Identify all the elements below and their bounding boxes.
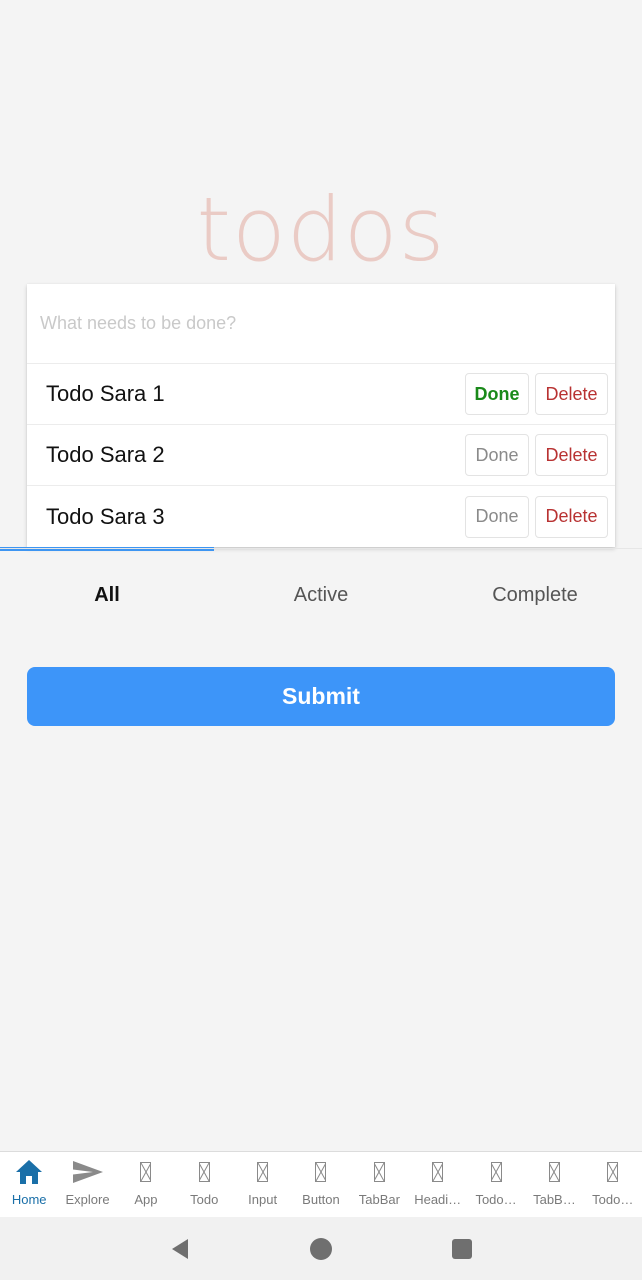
app-title: todos bbox=[196, 178, 446, 281]
todo-card: Todo Sara 1 Done Delete Todo Sara 2 Done… bbox=[27, 284, 615, 547]
todo-item: Todo Sara 3 Done Delete bbox=[27, 486, 615, 547]
nav-item-label: Todo… bbox=[592, 1192, 634, 1207]
missing-glyph-icon bbox=[198, 1162, 210, 1182]
todo-item: Todo Sara 2 Done Delete bbox=[27, 425, 615, 486]
submit-button[interactable]: Submit bbox=[27, 667, 615, 726]
recents-icon[interactable] bbox=[442, 1229, 482, 1269]
home-icon bbox=[14, 1152, 44, 1192]
nav-item-label: Input bbox=[248, 1192, 278, 1207]
missing-glyph-icon bbox=[140, 1162, 152, 1182]
todo-item-text: Todo Sara 2 bbox=[46, 442, 165, 467]
new-todo-input[interactable] bbox=[40, 313, 580, 334]
missing-glyph-icon bbox=[548, 1162, 560, 1182]
filter-tab-bar: All Active Complete bbox=[0, 548, 642, 639]
nav-item-home[interactable]: Home bbox=[0, 1152, 58, 1218]
nav-item-tabbar-2[interactable]: TabB… bbox=[525, 1152, 583, 1218]
nav-item-label: Headi… bbox=[414, 1192, 462, 1207]
send-icon bbox=[71, 1152, 105, 1192]
nav-item-input[interactable]: Input bbox=[233, 1152, 291, 1218]
tab-complete[interactable]: Complete bbox=[428, 549, 642, 639]
nav-item-explore[interactable]: Explore bbox=[58, 1152, 116, 1218]
nav-item-todo-3[interactable]: Todo… bbox=[584, 1152, 642, 1218]
tab-all[interactable]: All bbox=[0, 549, 214, 639]
new-todo-row bbox=[27, 284, 615, 364]
back-icon[interactable] bbox=[160, 1229, 200, 1269]
missing-glyph-icon bbox=[607, 1162, 619, 1182]
missing-glyph-icon bbox=[257, 1162, 269, 1182]
missing-glyph-icon bbox=[315, 1162, 327, 1182]
nav-item-label: TabBar bbox=[358, 1192, 400, 1207]
missing-glyph-icon bbox=[432, 1162, 444, 1182]
todo-delete-button[interactable]: Delete bbox=[535, 495, 608, 538]
missing-glyph-icon bbox=[373, 1162, 385, 1182]
nav-item-heading[interactable]: Headi… bbox=[409, 1152, 467, 1218]
nav-item-todo[interactable]: Todo bbox=[175, 1152, 233, 1218]
todo-item-text: Todo Sara 1 bbox=[46, 381, 165, 406]
home-circle-icon[interactable] bbox=[301, 1229, 341, 1269]
bottom-navigation: Home Explore App Todo Input Button TabBa… bbox=[0, 1151, 642, 1218]
todo-item: Todo Sara 1 Done Delete bbox=[27, 364, 615, 425]
todo-done-button[interactable]: Done bbox=[465, 373, 529, 415]
missing-glyph-icon bbox=[490, 1162, 502, 1182]
system-navigation-bar bbox=[0, 1217, 642, 1280]
nav-item-label: Home bbox=[11, 1192, 47, 1207]
todo-delete-button[interactable]: Delete bbox=[535, 434, 608, 476]
todo-delete-button[interactable]: Delete bbox=[535, 373, 608, 415]
todo-item-text: Todo Sara 3 bbox=[46, 503, 165, 529]
nav-item-label: Todo… bbox=[475, 1192, 517, 1207]
nav-item-tabbar[interactable]: TabBar bbox=[350, 1152, 408, 1218]
todo-done-button[interactable]: Done bbox=[465, 495, 529, 538]
nav-item-label: App bbox=[134, 1192, 158, 1207]
nav-item-label: Todo bbox=[190, 1192, 219, 1207]
nav-item-button[interactable]: Button bbox=[292, 1152, 350, 1218]
nav-item-todo-2[interactable]: Todo… bbox=[467, 1152, 525, 1218]
todo-done-button[interactable]: Done bbox=[465, 434, 529, 476]
nav-item-label: Explore bbox=[65, 1192, 110, 1207]
tab-active[interactable]: Active bbox=[214, 549, 428, 639]
nav-item-label: TabB… bbox=[533, 1192, 576, 1207]
nav-item-label: Button bbox=[302, 1192, 340, 1207]
nav-item-app[interactable]: App bbox=[117, 1152, 175, 1218]
